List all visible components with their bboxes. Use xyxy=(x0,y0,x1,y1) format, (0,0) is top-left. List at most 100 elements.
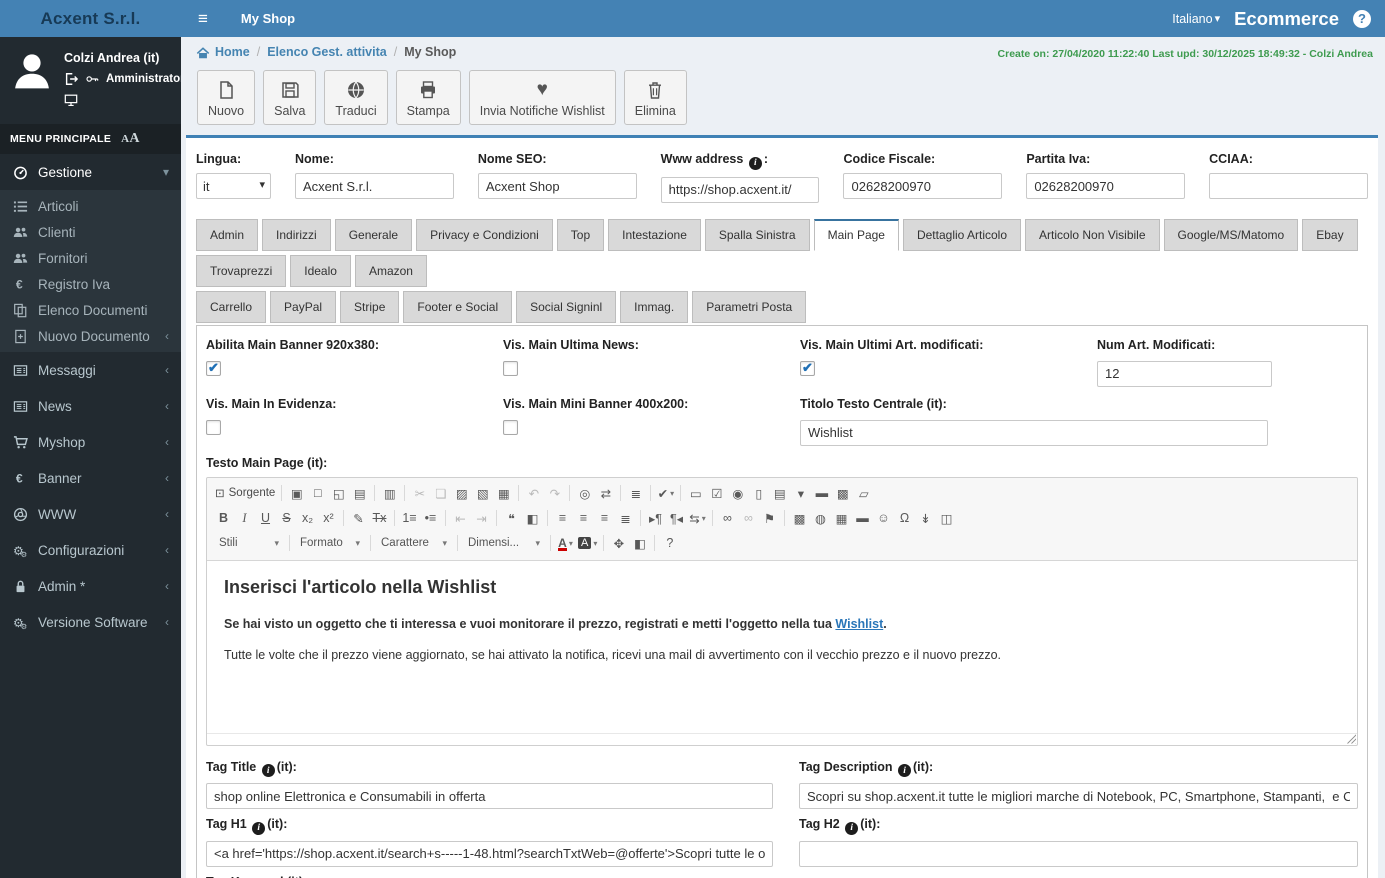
sidebar-item-messaggi[interactable]: Messaggi ‹ xyxy=(0,352,181,388)
sidebar-item-configurazioni[interactable]: ⚙ ⚙ Configurazioni ‹ xyxy=(0,532,181,568)
tab-spalla-sinistra[interactable]: Spalla Sinistra xyxy=(704,218,810,251)
sidebar-item-articoli[interactable]: Articoli xyxy=(0,193,181,219)
cke-iframe-icon[interactable]: ◫ xyxy=(936,508,957,529)
cke-strike-icon[interactable]: S xyxy=(276,508,297,529)
tab-indirizzi[interactable]: Indirizzi xyxy=(262,218,331,251)
tag-h1-input[interactable] xyxy=(206,840,773,867)
cke-format-combo[interactable]: Formato ▾ xyxy=(294,533,366,554)
cke-paste-icon[interactable]: ▨ xyxy=(451,483,472,504)
cke-bulleted-list-icon[interactable]: •≡ xyxy=(420,508,441,529)
cke-hidden-field-icon[interactable]: ▱ xyxy=(853,483,874,504)
cke-align-left-icon[interactable]: ≡ xyxy=(552,508,573,529)
breadcrumb-home[interactable]: Home xyxy=(196,45,250,59)
tab-articolo-non-visibile[interactable]: Articolo Non Visibile xyxy=(1025,218,1160,251)
num-art-modificati-input[interactable] xyxy=(1097,360,1272,387)
tab-amazon[interactable]: Amazon xyxy=(354,254,427,287)
tab-google-ms-matomo[interactable]: Google/MS/Matomo xyxy=(1163,218,1299,251)
tab-intestazione[interactable]: Intestazione xyxy=(608,218,701,251)
tag-title-input[interactable] xyxy=(206,783,773,809)
salva-button[interactable]: Salva xyxy=(263,70,317,125)
tag-h2-input[interactable] xyxy=(799,840,1358,867)
sidebar-item-banner[interactable]: € Banner ‹ xyxy=(0,460,181,496)
tab-admin[interactable]: Admin xyxy=(196,218,259,251)
cke-blockquote-icon[interactable]: ❝ xyxy=(501,508,522,529)
cke-outdent-icon[interactable]: ⇤ xyxy=(450,508,471,529)
cke-templates-icon[interactable]: ▥ xyxy=(379,483,400,504)
sidebar-item-fornitori[interactable]: Fornitori xyxy=(0,245,181,271)
sidebar-item-myshop[interactable]: Myshop ‹ xyxy=(0,424,181,460)
tab-top[interactable]: Top xyxy=(556,218,605,251)
cke-select-field-icon[interactable]: ▾ xyxy=(790,483,811,504)
sidebar-item-versione-software[interactable]: ⚙ ⚙ Versione Software ‹ xyxy=(0,604,181,640)
cke-bold-icon[interactable]: B xyxy=(213,508,234,529)
cke-select-all-icon[interactable]: ≣ xyxy=(625,483,646,504)
cke-find-icon[interactable]: ◎ xyxy=(574,483,595,504)
cke-save-icon[interactable]: ▣ xyxy=(286,483,307,504)
cke-source-icon[interactable]: ⊡ Sorgente xyxy=(213,483,277,504)
nome-input[interactable] xyxy=(295,173,454,199)
sidebar-item-admin[interactable]: Admin * ‹ xyxy=(0,568,181,604)
cke-styles-combo[interactable]: Stili ▾ xyxy=(213,533,285,554)
elimina-button[interactable]: Elimina xyxy=(623,70,687,125)
cke-underline-icon[interactable]: U xyxy=(255,508,276,529)
cke-radio-field-icon[interactable]: ◉ xyxy=(727,483,748,504)
tag-description-input[interactable] xyxy=(799,783,1358,809)
tab-carrello[interactable]: Carrello xyxy=(196,290,267,323)
tab-social-signinl[interactable]: Social Signinl xyxy=(516,290,617,323)
cke-page-break-icon[interactable]: ↡ xyxy=(915,508,936,529)
monitor-icon[interactable] xyxy=(64,93,78,107)
vis-main-ultima-news-checkbox[interactable] xyxy=(503,360,518,376)
cke-image-icon[interactable]: ▩ xyxy=(789,508,810,529)
vis-main-ultimi-art-modificati-checkbox[interactable]: ✔ xyxy=(800,360,815,376)
cke-text-color-icon[interactable]: A ▾ xyxy=(555,533,576,554)
cke-size-combo[interactable]: Dimensi... ▾ xyxy=(462,533,546,554)
cke-replace-icon[interactable]: ⇄ xyxy=(595,483,616,504)
cke-textarea-field-icon[interactable]: ▤ xyxy=(769,483,790,504)
tab-ebay[interactable]: Ebay xyxy=(1302,218,1358,251)
brand-logo[interactable]: Acxent S.r.l. xyxy=(0,0,181,37)
sidebar-item-gestione[interactable]: Gestione ▾ xyxy=(0,154,181,190)
cke-anchor-icon[interactable]: ⚑ xyxy=(759,508,780,529)
cke-flash-icon[interactable]: ◍ xyxy=(810,508,831,529)
nome-seo-input[interactable] xyxy=(477,173,637,199)
cke-redo-icon[interactable]: ↷ xyxy=(544,483,565,504)
cke-superscript-icon[interactable]: x² xyxy=(318,508,339,529)
tab-main-page[interactable]: Main Page xyxy=(813,218,899,251)
cke-image-button-icon[interactable]: ▩ xyxy=(832,483,853,504)
logout-icon[interactable] xyxy=(64,72,79,86)
cke-table-icon[interactable]: ▦ xyxy=(831,508,852,529)
cke-align-center-icon[interactable]: ≡ xyxy=(573,508,594,529)
nuovo-button[interactable]: Nuovo xyxy=(197,70,256,125)
tab-parametri-posta[interactable]: Parametri Posta xyxy=(692,290,807,323)
sidebar-item-elenco-documenti[interactable]: Elenco Documenti xyxy=(0,297,181,323)
invia-notifiche-wishlist-button[interactable]: ♥ Invia Notifiche Wishlist xyxy=(468,70,616,125)
cke-copy-format-icon[interactable]: ✎ xyxy=(348,508,369,529)
stampa-button[interactable]: Stampa xyxy=(395,70,461,125)
tab-stripe[interactable]: Stripe xyxy=(340,290,400,323)
cke-align-right-icon[interactable]: ≡ xyxy=(594,508,615,529)
cke-cut-icon[interactable]: ✂ xyxy=(409,483,430,504)
font-size-toggle[interactable]: AA xyxy=(121,131,140,147)
cciaa-input[interactable] xyxy=(1209,173,1368,199)
lingua-select[interactable]: it xyxy=(196,173,271,199)
sidebar-item-registro-iva[interactable]: € Registro Iva xyxy=(0,271,181,297)
sidebar-item-news[interactable]: News ‹ xyxy=(0,388,181,424)
sidebar-item-nuovo-documento[interactable]: Nuovo Documento ‹ xyxy=(0,323,181,349)
cke-unlink-icon[interactable]: ∞ xyxy=(738,508,759,529)
cke-link-icon[interactable]: ∞ xyxy=(717,508,738,529)
wishlist-link[interactable]: Wishlist xyxy=(835,617,883,631)
sidebar-toggle-icon[interactable]: ≡ xyxy=(181,9,225,29)
editor-content[interactable]: Inserisci l'articolo nella Wishlist Se h… xyxy=(207,560,1357,733)
titolo-testo-centrale-it-input[interactable] xyxy=(800,419,1268,446)
www-address-input[interactable] xyxy=(660,176,820,203)
cke-paste-text-icon[interactable]: ▧ xyxy=(472,483,493,504)
tab-dettaglio-articolo[interactable]: Dettaglio Articolo xyxy=(902,218,1022,251)
cke-horizontal-rule-icon[interactable]: ▬ xyxy=(852,508,873,529)
tab-idealo[interactable]: Idealo xyxy=(290,254,351,287)
cke-paste-word-icon[interactable]: ▦ xyxy=(493,483,514,504)
cke-maximize-icon[interactable]: ✥ xyxy=(608,533,629,554)
cke-text-field-icon[interactable]: ▯ xyxy=(748,483,769,504)
cke-smiley-icon[interactable]: ☺ xyxy=(873,508,894,529)
traduci-button[interactable]: Traduci xyxy=(324,70,388,125)
cke-button-field-icon[interactable]: ▬ xyxy=(811,483,832,504)
